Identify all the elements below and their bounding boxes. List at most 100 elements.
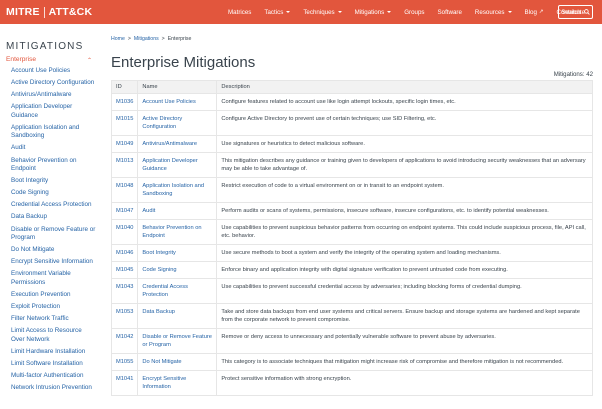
sidebar-list: Account Use Policies Active Directory Co…	[0, 67, 100, 393]
sidebar-item-execution-prevention[interactable]: Execution Prevention	[0, 291, 100, 300]
table-row: M1045 Code Signing Enforce binary and appl…	[110, 261, 593, 279]
nav-software[interactable]: Software	[438, 9, 462, 16]
sidebar-item-data-backup[interactable]: Data Backup	[0, 213, 100, 222]
search-icon	[583, 9, 590, 15]
mitigation-id-link[interactable]: M1055	[110, 353, 139, 371]
sidebar-item-encrypt-sensitive[interactable]: Encrypt Sensitive Information	[0, 258, 100, 267]
sidebar-item-limit-hardware[interactable]: Limit Hardware Installation	[0, 348, 100, 357]
column-header-id: ID	[110, 80, 139, 94]
mitigation-description: Take and store data backups from end use…	[216, 303, 593, 329]
mitigation-name-link[interactable]: Application Developer Guidance	[137, 152, 218, 178]
sidebar-item-credential-access-protection[interactable]: Credential Access Protection	[0, 201, 100, 210]
table-body: M1036 Account Use Policies Configure featu…	[110, 93, 593, 396]
table-header-row: ID Name Description	[110, 80, 593, 94]
brand-mitre: MITRE	[6, 6, 40, 18]
sidebar: MITIGATIONS Enterprise ⌃ Account Use Pol…	[0, 34, 100, 409]
mitigation-id-link[interactable]: M1036	[110, 93, 139, 111]
brand-attack: ATT&CK	[48, 6, 93, 18]
mitigation-name-link[interactable]: Audit	[137, 202, 218, 220]
mitigation-id-link[interactable]: M1049	[110, 135, 139, 153]
brand-divider	[43, 6, 45, 18]
caret-down-icon	[387, 11, 392, 13]
sidebar-item-code-signing[interactable]: Code Signing	[0, 189, 100, 198]
sidebar-item-application-isolation[interactable]: Application Isolation and Sandboxing	[0, 124, 100, 141]
main-nav: Matrices Tactics Techniques Mitigations …	[228, 0, 598, 24]
sidebar-item-audit[interactable]: Audit	[0, 144, 100, 153]
mitigation-name-link[interactable]: Behavior Prevention on Endpoint	[137, 219, 218, 245]
mitigation-name-link[interactable]: Boot Integrity	[137, 244, 218, 262]
breadcrumb-separator: >	[127, 36, 131, 42]
sidebar-item-do-not-mitigate[interactable]: Do Not Mitigate	[0, 246, 100, 255]
table-row: M1047 Audit Perform audits or scans of sys…	[110, 202, 593, 220]
caret-down-icon	[286, 11, 291, 13]
mitigation-id-link[interactable]: M1015	[110, 110, 139, 136]
mitigation-id-link[interactable]: M1013	[110, 152, 139, 178]
mitigation-id-link[interactable]: M1045	[110, 261, 139, 279]
sidebar-item-disable-or-remove[interactable]: Disable or Remove Feature or Program	[0, 226, 100, 243]
mitigation-description: Use capabilities to prevent suspicious b…	[216, 219, 593, 245]
mitigation-name-link[interactable]: Account Use Policies	[137, 93, 218, 111]
table-row: M1041 Encrypt Sensitive Information Protec…	[110, 370, 593, 396]
table-row: M1043 Credential Access Protection Use cap…	[110, 278, 593, 304]
sidebar-item-environment-variable[interactable]: Environment Variable Permissions	[0, 270, 100, 287]
nav-mitigations[interactable]: Mitigations	[355, 9, 392, 16]
main-content: Home > Mitigations > Enterprise Enterpri…	[110, 34, 593, 396]
nav-resources[interactable]: Resources	[475, 9, 512, 16]
table-row: M1040 Behavior Prevention on Endpoint Use …	[110, 219, 593, 245]
breadcrumb-separator: >	[161, 36, 165, 42]
sidebar-item-limit-access-resource[interactable]: Limit Access to Resource Over Network	[0, 327, 100, 344]
mitigation-name-link[interactable]: Do Not Mitigate	[137, 353, 218, 371]
sidebar-item-filter-network-traffic[interactable]: Filter Network Traffic	[0, 315, 100, 324]
sidebar-section-enterprise[interactable]: Enterprise ⌃	[6, 56, 94, 64]
nav-tactics[interactable]: Tactics	[264, 9, 291, 16]
mitigation-description: Use capabilities to prevent successful c…	[216, 278, 593, 304]
mitigation-id-link[interactable]: M1040	[110, 219, 139, 245]
caret-down-icon	[507, 11, 512, 13]
mitigation-description: Remove or deny access to unnecessary and…	[216, 328, 593, 354]
mitigation-id-link[interactable]: M1043	[110, 278, 139, 304]
mitigation-description: Perform audits or scans of systems, perm…	[216, 202, 593, 220]
sidebar-item-exploit-protection[interactable]: Exploit Protection	[0, 303, 100, 312]
mitigation-name-link[interactable]: Credential Access Protection	[137, 278, 218, 304]
nav-blog[interactable]: Blog ↗	[525, 9, 544, 16]
mitre-attack-logo[interactable]: MITRE ATT&CK	[6, 6, 92, 18]
page-title: Enterprise Mitigations	[111, 54, 256, 71]
sidebar-item-mfa[interactable]: Multi-factor Authentication	[0, 372, 100, 381]
sidebar-item-boot-integrity[interactable]: Boot Integrity	[0, 177, 100, 186]
sidebar-item-account-use-policies[interactable]: Account Use Policies	[0, 67, 100, 76]
mitigation-name-link[interactable]: Data Backup	[137, 303, 218, 329]
breadcrumb-home[interactable]: Home	[111, 36, 125, 42]
mitigation-name-link[interactable]: Antivirus/Antimalware	[137, 135, 218, 153]
mitigation-description: Use signatures or heuristics to detect m…	[216, 135, 593, 153]
mitigation-description: This category is to associate techniques…	[216, 353, 593, 371]
mitigation-name-link[interactable]: Encrypt Sensitive Information	[137, 370, 218, 396]
mitigation-id-link[interactable]: M1041	[110, 370, 139, 396]
mitigation-description: Restrict execution of code to a virtual …	[216, 177, 593, 203]
sidebar-item-limit-software[interactable]: Limit Software Installation	[0, 360, 100, 369]
sidebar-item-behavior-prevention[interactable]: Behavior Prevention on Endpoint	[0, 157, 100, 174]
nav-groups[interactable]: Groups	[404, 9, 424, 16]
mitigation-name-link[interactable]: Application Isolation and Sandboxing	[137, 177, 218, 203]
nav-techniques[interactable]: Techniques	[303, 9, 342, 16]
search-button[interactable]: Search	[558, 5, 593, 19]
mitigation-id-link[interactable]: M1046	[110, 244, 139, 262]
mitigation-description: Protect sensitive information with stron…	[216, 370, 593, 396]
mitigation-name-link[interactable]: Code Signing	[137, 261, 218, 279]
mitigation-id-link[interactable]: M1042	[110, 328, 139, 354]
nav-matrices[interactable]: Matrices	[228, 9, 251, 16]
sidebar-title: MITIGATIONS	[6, 41, 84, 52]
breadcrumb-mitigations[interactable]: Mitigations	[134, 36, 159, 42]
sidebar-item-antivirus[interactable]: Antivirus/Antimalware	[0, 91, 100, 100]
mitigation-description: Enforce binary and application integrity…	[216, 261, 593, 279]
mitigation-id-link[interactable]: M1047	[110, 202, 139, 220]
sidebar-item-active-directory-configuration[interactable]: Active Directory Configuration	[0, 79, 100, 88]
table-row: M1013 Application Developer Guidance This …	[110, 152, 593, 178]
sidebar-item-application-developer-guidance[interactable]: Application Developer Guidance	[0, 103, 100, 120]
caret-down-icon	[337, 11, 342, 13]
mitigations-table: ID Name Description M1036 Account Use Pol…	[110, 80, 593, 396]
mitigation-id-link[interactable]: M1048	[110, 177, 139, 203]
mitigation-name-link[interactable]: Active Directory Configuration	[137, 110, 218, 136]
mitigation-name-link[interactable]: Disable or Remove Feature or Program	[137, 328, 218, 354]
mitigation-id-link[interactable]: M1053	[110, 303, 139, 329]
sidebar-item-network-intrusion[interactable]: Network Intrusion Prevention	[0, 384, 100, 393]
